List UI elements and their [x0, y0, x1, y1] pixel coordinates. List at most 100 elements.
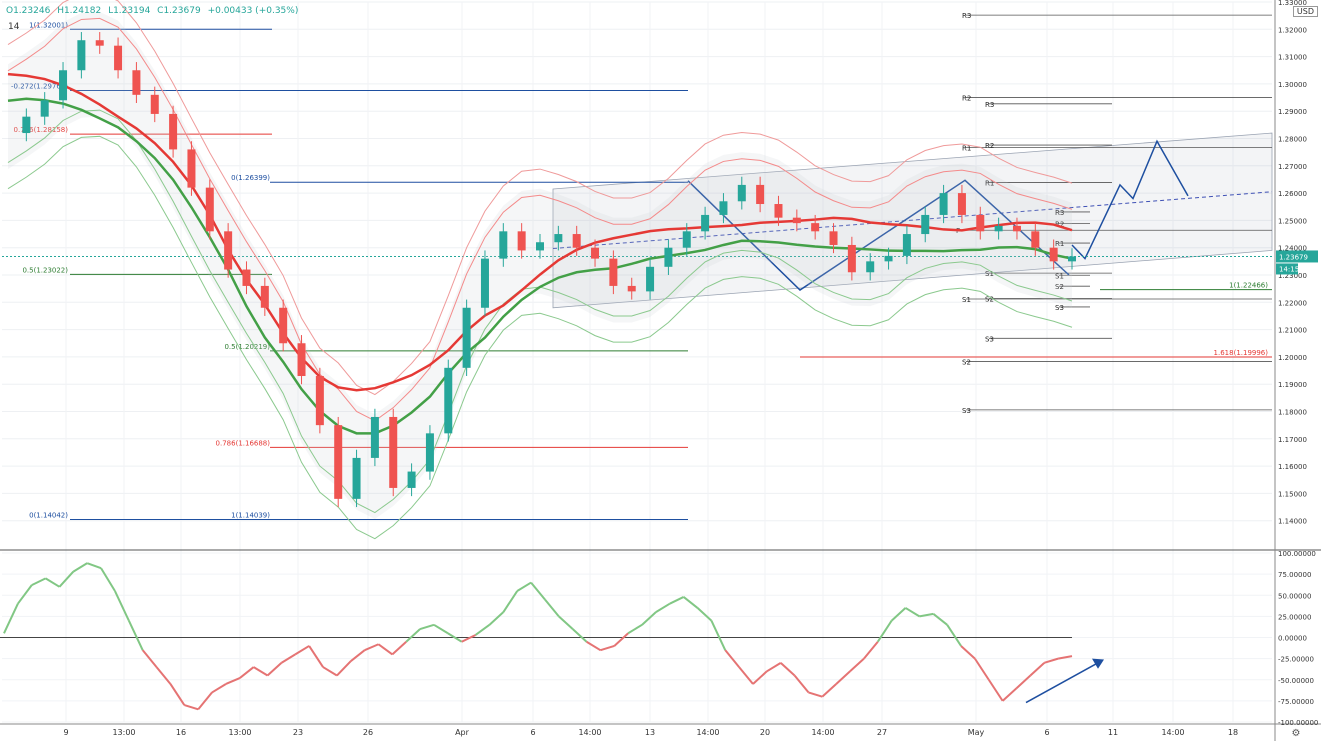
oscillator-segment [641, 611, 657, 626]
candle-body [480, 258, 489, 308]
oscillator-segment [766, 661, 782, 673]
oscillator-segment [391, 640, 407, 656]
oscillator-segment [849, 657, 865, 673]
oscillator-segment [1001, 687, 1018, 702]
oscillator-tick-label: 100.00000 [1278, 550, 1316, 558]
candle-body [792, 217, 801, 224]
oscillator-tick-label: -50.00000 [1278, 677, 1314, 685]
candle-body [352, 457, 361, 499]
candle-body [169, 113, 178, 150]
candle-body [682, 231, 691, 248]
oscillator-segment [835, 670, 851, 685]
oscillator-tick-label: 0.00000 [1278, 635, 1307, 643]
price-tick-label: 1.29000 [1278, 108, 1307, 116]
candle-body [957, 193, 966, 215]
candle-body [462, 307, 471, 368]
pivot-label: S2 [962, 359, 971, 367]
ohlc-low: L1.23194 [108, 6, 151, 16]
candle-body [370, 416, 379, 458]
candle-body [499, 231, 508, 259]
candle-body [279, 307, 288, 344]
candle-body [627, 285, 636, 292]
oscillator-segment [987, 679, 1004, 702]
time-tick-label: 13:00 [112, 728, 135, 737]
oscillator-segment [821, 683, 837, 698]
candle-body [242, 269, 251, 286]
candle-body [517, 231, 526, 251]
candle-body [976, 214, 985, 232]
pivot-label: R2 [962, 95, 971, 103]
oscillator-segment [974, 658, 990, 681]
candle-body [664, 247, 673, 267]
oscillator-segment [45, 577, 61, 588]
pivot-label: R2 [985, 142, 994, 150]
oscillator-segment [891, 607, 907, 622]
price-tick-label: 1.19000 [1278, 381, 1307, 389]
candle-body [315, 376, 324, 426]
candle-body [609, 258, 618, 286]
oscillator-trendline-arrow [1092, 658, 1104, 669]
price-tick-label: 1.18000 [1278, 409, 1307, 417]
candle-body [297, 343, 306, 377]
oscillator-segment [683, 596, 699, 609]
settings-gear-icon[interactable]: ⚙ [1292, 728, 1301, 739]
oscillator-segment [655, 602, 671, 614]
oscillator-segment [1015, 674, 1032, 689]
pivot-label: S1 [962, 296, 971, 304]
candle-body [407, 471, 416, 488]
pivot-label: R3 [985, 101, 994, 109]
candle-body [701, 214, 710, 232]
band-fill [8, 11, 1072, 520]
candle-body [554, 234, 563, 243]
time-tick-label: 6 [530, 728, 535, 737]
oscillator-segment [1029, 662, 1045, 677]
candle-body [994, 225, 1003, 232]
price-tick-label: 1.25000 [1278, 217, 1307, 225]
oscillator-segment [127, 620, 144, 651]
oscillator-segment [31, 577, 47, 587]
time-tick-label: 14:00 [1161, 728, 1184, 737]
oscillator-segment [253, 666, 269, 677]
candle-body [1068, 256, 1076, 262]
ohlc-legend: O1.23246 H1.24182 L1.23194 C1.23679 +0.0… [6, 6, 302, 16]
candle-body [132, 70, 141, 95]
time-tick-label: 13:00 [228, 728, 251, 737]
oscillator-tick-label: -75.00000 [1278, 698, 1314, 706]
oscillator-segment [266, 662, 283, 677]
oscillator-segment [308, 645, 324, 668]
time-tick-label: 18 [1228, 728, 1238, 737]
oscillator-segment [294, 645, 310, 656]
candle-body [811, 223, 820, 232]
price-tick-label: 1.31000 [1278, 54, 1307, 62]
oscillator-segment [350, 649, 366, 662]
candle-body [22, 116, 31, 134]
candle-body [150, 94, 159, 114]
currency-label[interactable]: USD [1292, 6, 1318, 17]
oscillator-segment [86, 562, 102, 570]
oscillator-segment [516, 581, 532, 592]
candle-body [902, 234, 911, 256]
oscillator-trendline [1025, 660, 1102, 704]
candle-body [737, 184, 746, 202]
price-tick-label: 1.27000 [1278, 163, 1307, 171]
oscillator-segment [461, 634, 477, 643]
candle-body [1031, 231, 1040, 248]
candle-body [1049, 247, 1058, 262]
candle-body [884, 255, 893, 262]
price-tick-label: 1.22000 [1278, 299, 1307, 307]
fib-level-label: 0.5(1.23022) [22, 266, 68, 274]
oscillator-segment [155, 666, 172, 685]
pivot-label: R3 [962, 12, 971, 20]
pivot-label: S3 [1055, 304, 1064, 312]
oscillator-segment [808, 691, 823, 698]
chart-canvas: 1(1.32001)-0.272(1.29760)0.786(1.28158)0… [0, 0, 1321, 741]
price-tick-label: 1.32000 [1278, 26, 1307, 34]
ohlc-change: +0.00433 (+0.35%) [207, 6, 299, 16]
candle-body [95, 40, 104, 46]
candle-body [334, 425, 343, 499]
ohlc-close: C1.23679 [157, 6, 201, 16]
candle-body [425, 433, 434, 472]
chart-root: 1(1.32001)-0.272(1.29760)0.786(1.28158)0… [0, 0, 1321, 741]
fib-level-label: 0(1.26399) [231, 174, 270, 182]
price-tick-label: 1.17000 [1278, 436, 1307, 444]
